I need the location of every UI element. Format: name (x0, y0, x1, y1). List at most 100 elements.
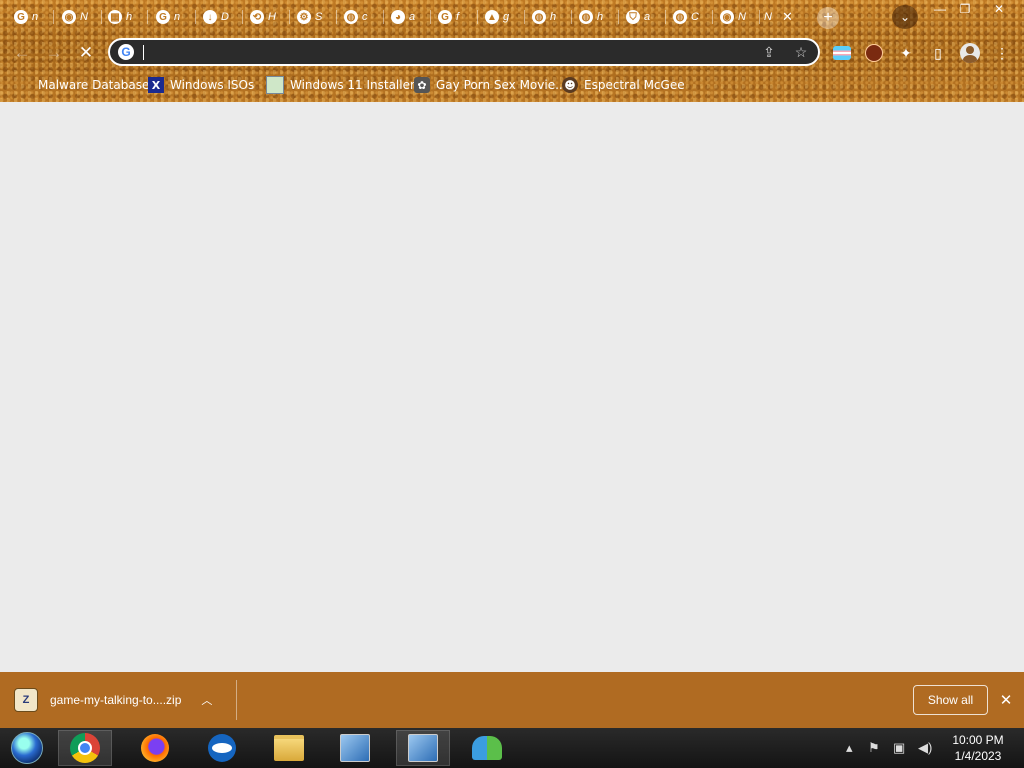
show-all-button[interactable]: Show all (913, 685, 988, 715)
minimize-icon: — (934, 2, 946, 16)
back-arrow-icon: ← (13, 43, 31, 62)
tab[interactable]: Gf (432, 4, 478, 30)
kebab-menu-icon: ⋮ (995, 44, 1009, 61)
bookmarks-bar: Malware Database X Windows ISOs Windows … (0, 74, 1024, 96)
tab[interactable]: ◕ a (385, 4, 431, 30)
tab-favicon-icon: ▦ (108, 10, 122, 24)
speaker-icon: ◀) (918, 740, 933, 755)
bookmark-label: Gay Porn Sex Movie... (436, 78, 567, 92)
tab-favicon-icon: ◉ (62, 10, 76, 24)
tab-title: a (644, 11, 651, 23)
taskbar-opera[interactable] (195, 730, 249, 766)
extension-button[interactable] (832, 43, 852, 63)
extension-button[interactable] (864, 43, 884, 63)
start-button[interactable] (0, 730, 54, 766)
address-bar[interactable]: G ⇪ ☆ (108, 38, 820, 66)
tab[interactable]: ◉ N (714, 4, 760, 30)
tab[interactable]: ▦ h (102, 4, 148, 30)
tab[interactable]: ◍ h (573, 4, 619, 30)
tab[interactable]: ⚙ S (291, 4, 337, 30)
puzzle-icon: ✦ (900, 44, 912, 61)
taskbar-people[interactable] (460, 730, 514, 766)
restore-icon: ❐ (959, 2, 971, 16)
clock-date: 1/4/2023 (954, 749, 1002, 763)
bookmark-item[interactable]: ✿ Gay Porn Sex Movie... (414, 76, 567, 94)
profile-button[interactable] (960, 43, 980, 63)
close-shelf-button[interactable]: ✕ (996, 690, 1016, 710)
tab[interactable]: Gn (8, 4, 54, 30)
tab[interactable]: ⟲ H (244, 4, 290, 30)
bookmark-item[interactable]: ☻ Espectral McGee (562, 76, 685, 94)
tab-title: h (550, 11, 557, 23)
download-item[interactable]: Z game-my-talking-to....zip ︿ (14, 686, 212, 714)
minimize-button[interactable]: — (927, 0, 953, 18)
people-icon (472, 736, 502, 760)
taskbar-chrome[interactable] (58, 730, 112, 766)
share-icon[interactable]: ⇪ (760, 43, 778, 61)
bookmark-item[interactable]: X Windows ISOs (148, 76, 254, 94)
tab[interactable]: ◍ C (667, 4, 713, 30)
image-icon (266, 76, 284, 94)
new-tab-button[interactable]: + (817, 7, 839, 29)
network-status[interactable]: ▣ (893, 728, 905, 768)
tab[interactable]: Gn (150, 4, 196, 30)
volume-control[interactable]: ◀) (918, 728, 932, 768)
taskbar-setup[interactable] (396, 730, 450, 766)
side-panel-button[interactable]: ▯ (928, 43, 948, 63)
tab-close-icon[interactable]: ✕ (782, 9, 793, 25)
taskbar-setup[interactable] (328, 730, 382, 766)
tab-favicon-icon: ↓ (203, 10, 217, 24)
bookmark-label: Espectral McGee (584, 78, 685, 92)
browser-menu-button[interactable]: ⋮ (992, 43, 1012, 63)
site-logo-icon: ✿ (414, 77, 430, 93)
taskbar-explorer[interactable] (262, 730, 316, 766)
bookmark-item[interactable]: Malware Database (16, 76, 149, 94)
tab[interactable]: ▲ g (479, 4, 525, 30)
address-input[interactable] (142, 42, 746, 64)
tab[interactable]: ◍ h (526, 4, 572, 30)
tab-search-button[interactable]: ⌄ (892, 5, 918, 29)
extensions-menu-button[interactable]: ✦ (896, 43, 916, 63)
restore-button[interactable]: ❐ (952, 0, 978, 18)
chrome-icon (70, 733, 100, 763)
system-clock[interactable]: 10:00 PM 1/4/2023 (946, 732, 1010, 764)
stop-loading-button[interactable]: ✕ (75, 42, 97, 64)
toolbar: ← → ✕ G ⇪ ☆ ✦ ▯ ⋮ (0, 36, 1024, 68)
forward-button[interactable]: → (43, 42, 65, 64)
clock-time: 10:00 PM (952, 733, 1004, 747)
tab-title: S (315, 11, 323, 23)
action-center-flag[interactable]: ⚑ (868, 728, 880, 768)
tab[interactable]: ⛉ a (620, 4, 666, 30)
chevron-up-icon[interactable]: ︿ (201, 692, 212, 708)
tab-active[interactable]: N ✕ (758, 4, 820, 30)
bookmark-star-icon[interactable]: ☆ (792, 43, 810, 61)
tab-title: n (32, 11, 39, 23)
back-button[interactable]: ← (11, 42, 33, 64)
divider (236, 680, 237, 720)
tab-title: c (362, 11, 368, 23)
setup-icon (408, 734, 438, 762)
tab-favicon-icon: ◍ (344, 10, 358, 24)
tab-favicon-icon: ◍ (579, 10, 593, 24)
zip-file-icon: Z (14, 688, 38, 712)
taskbar-firefox[interactable] (128, 730, 182, 766)
chevron-down-icon: ⌄ (899, 10, 911, 24)
tab[interactable]: ↓ D (197, 4, 243, 30)
tray-expand[interactable]: ▴ (846, 728, 853, 768)
tab-favicon-icon: G (438, 10, 452, 24)
bookmark-label: Windows 11 Installer (290, 78, 415, 92)
tab[interactable]: ◉ N (56, 4, 102, 30)
bookmark-item[interactable]: Windows 11 Installer (266, 76, 415, 94)
folder-icon (274, 735, 304, 761)
tab-title: h (597, 11, 604, 23)
tab[interactable]: ◍ c (338, 4, 384, 30)
window-close-button[interactable]: ✕ (976, 0, 1022, 18)
tab-favicon-icon: ◕ (391, 10, 405, 24)
tab-title: D (221, 11, 229, 23)
tab-favicon-icon: G (14, 10, 28, 24)
page-content (0, 102, 1024, 672)
download-shelf: Z game-my-talking-to....zip ︿ Show all ✕ (0, 672, 1024, 728)
text-caret (143, 45, 144, 60)
tab-title: N (80, 11, 88, 23)
plus-icon: + (823, 9, 833, 26)
